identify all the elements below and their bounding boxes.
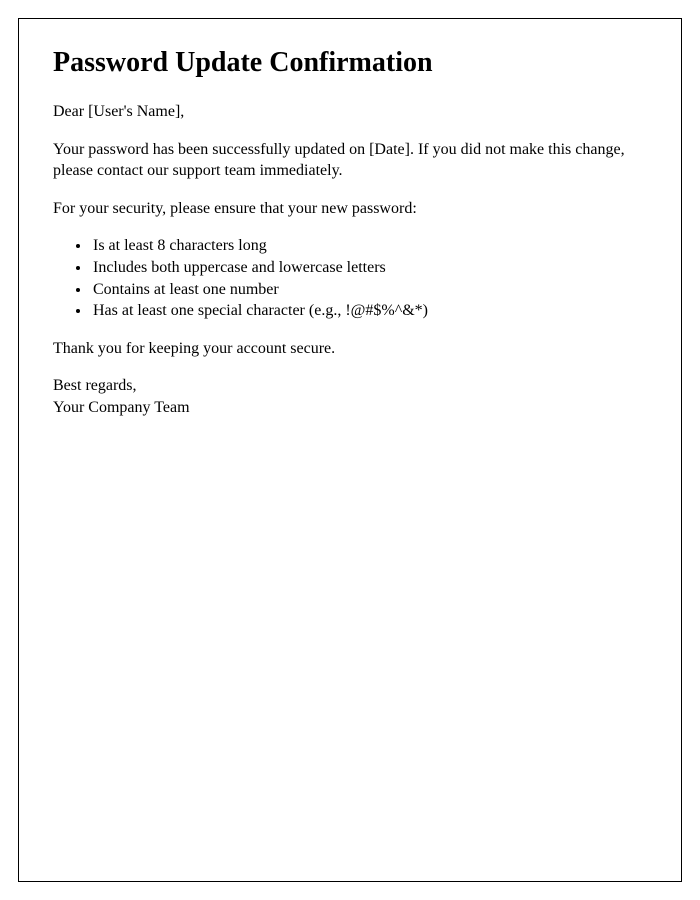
body-paragraph-1: Your password has been successfully upda…: [53, 139, 647, 182]
requirements-list: Is at least 8 characters long Includes b…: [91, 235, 647, 321]
list-item: Is at least 8 characters long: [91, 235, 647, 257]
thankyou-text: Thank you for keeping your account secur…: [53, 338, 647, 360]
list-item: Contains at least one number: [91, 279, 647, 301]
closing-block: Best regards, Your Company Team: [53, 375, 647, 418]
list-item: Includes both uppercase and lowercase le…: [91, 257, 647, 279]
greeting-text: Dear [User's Name],: [53, 101, 647, 123]
list-item: Has at least one special character (e.g.…: [91, 300, 647, 322]
closing-regards: Best regards,: [53, 375, 647, 397]
document-page: Password Update Confirmation Dear [User'…: [18, 18, 682, 882]
closing-team: Your Company Team: [53, 397, 647, 419]
body-paragraph-2: For your security, please ensure that yo…: [53, 198, 647, 220]
page-title: Password Update Confirmation: [53, 47, 647, 79]
